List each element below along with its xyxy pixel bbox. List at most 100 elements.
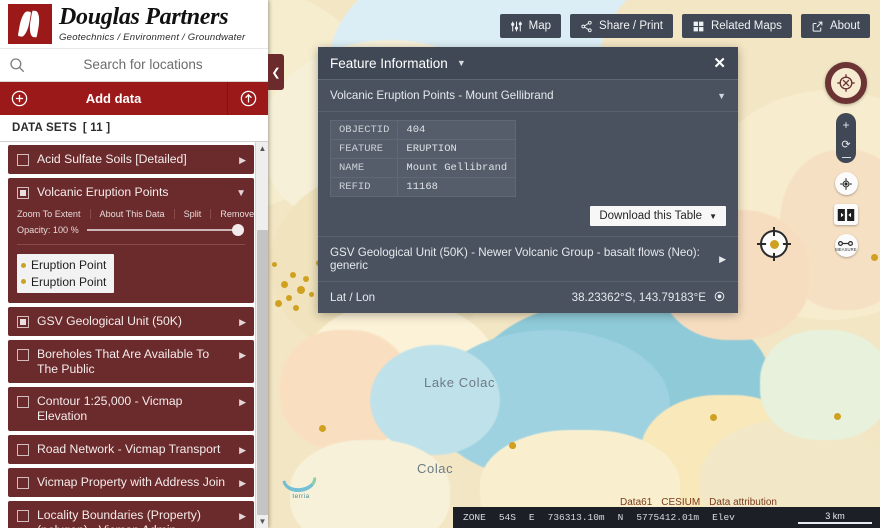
feature-information-panel: Feature Information ▼ ✕ Volcanic Eruptio… (318, 47, 738, 313)
feature-section-title: Volcanic Eruption Points - Mount Gellibr… (330, 89, 554, 102)
locate-me-button[interactable] (834, 172, 858, 195)
dataset-item-vicmap-property[interactable]: Vicmap Property with Address Join ▶ (8, 468, 254, 497)
chevron-right-icon[interactable]: ▶ (239, 511, 246, 522)
datasets-list[interactable]: Acid Sulfate Soils [Detailed] ▶ Volcanic… (0, 141, 268, 528)
dataset-checkbox[interactable] (17, 186, 29, 199)
scale-bar[interactable]: 3 km (798, 511, 872, 524)
feature-information-header: Feature Information ▼ ✕ (318, 47, 738, 80)
upload-data-button[interactable] (228, 82, 268, 115)
map-feature-point[interactable] (286, 295, 292, 301)
dataset-checkbox[interactable] (17, 153, 29, 166)
dataset-checkbox[interactable] (17, 444, 29, 457)
dataset-checkbox[interactable] (17, 315, 29, 328)
dataset-legend: Eruption Point Eruption Point (17, 254, 115, 293)
menu-button-map[interactable]: Map (499, 14, 562, 38)
scrollbar-up-arrow[interactable]: ▲ (256, 141, 268, 155)
feature-secondary-section[interactable]: GSV Geological Unit (50K) - Newer Volcan… (318, 236, 738, 281)
scrollbar-down-arrow[interactable]: ▼ (256, 514, 268, 528)
chevron-right-icon[interactable]: ▶ (239, 445, 246, 456)
menu-button-map-label: Map (528, 20, 552, 32)
reset-view-button[interactable]: ⟳ (841, 138, 850, 151)
dataset-label: Road Network - Vicmap Transport (37, 442, 221, 457)
zoom-out-button[interactable] (841, 157, 851, 158)
dataset-checkbox[interactable] (17, 477, 29, 490)
dataset-checkbox[interactable] (17, 348, 29, 361)
terria-wave-icon (282, 477, 318, 494)
compass-control[interactable] (825, 62, 867, 104)
attribute-key: REFID (329, 177, 399, 197)
add-data-button[interactable]: Add data (0, 81, 228, 116)
dataset-item-contour[interactable]: Contour 1:25,000 - Vicmap Elevation ▶ (8, 387, 254, 432)
datasets-count: [ 11 ] (82, 121, 111, 134)
remove-button[interactable]: Remove (211, 209, 258, 219)
map-feature-point[interactable] (297, 286, 305, 294)
map-feature-point[interactable] (309, 292, 314, 297)
menu-button-related-maps[interactable]: Related Maps (681, 14, 792, 38)
opacity-control[interactable]: Opacity: 100 % (17, 224, 245, 237)
dataset-checkbox[interactable] (17, 396, 29, 409)
menu-button-about-label: About (829, 20, 860, 32)
scrollbar-thumb[interactable] (257, 229, 268, 520)
map-feature-point[interactable] (275, 300, 282, 307)
opacity-slider[interactable] (86, 224, 244, 237)
dataset-item-acid-sulfate-soils[interactable]: Acid Sulfate Soils [Detailed] ▶ (8, 144, 254, 174)
dataset-item-volcanic-eruption-points[interactable]: Volcanic Eruption Points ▼ Zoom To Exten… (8, 177, 268, 303)
selected-feature-marker[interactable] (757, 227, 791, 261)
attribute-value: 11168 (397, 177, 517, 197)
chevron-right-icon[interactable]: ▶ (239, 155, 246, 166)
menu-button-about[interactable]: About (800, 14, 870, 38)
close-icon[interactable]: ✕ (713, 56, 726, 71)
map-feature-point[interactable] (509, 442, 516, 449)
map-feature-point[interactable] (319, 425, 326, 432)
opacity-slider-knob[interactable] (232, 224, 244, 237)
chevron-right-icon[interactable]: ▶ (239, 478, 246, 489)
map-feature-point[interactable] (710, 414, 717, 421)
terria-logo[interactable]: terria (282, 477, 319, 500)
split-screen-button[interactable] (834, 204, 858, 225)
sidebar-collapse-button[interactable]: ❮ (268, 54, 284, 90)
chevron-right-icon[interactable]: ▶ (239, 397, 246, 408)
map-feature-point[interactable] (871, 254, 878, 261)
map-feature-point[interactable] (290, 272, 296, 278)
search-bar[interactable] (0, 48, 268, 82)
dataset-item-road-network[interactable]: Road Network - Vicmap Transport ▶ (8, 435, 254, 465)
divider (17, 244, 245, 246)
chevron-down-icon[interactable]: ▼ (717, 91, 726, 101)
map-feature-point[interactable] (272, 262, 277, 267)
map-controls: + ⟳ MEASURE (825, 62, 867, 257)
feature-table-body: OBJECTID 404 FEATURE ERUPTION NAME Mount… (318, 112, 738, 236)
brand-header: Douglas Partners Geotechnics / Environme… (0, 0, 268, 49)
chevron-down-icon[interactable]: ▼ (236, 188, 246, 199)
feature-section-header[interactable]: Volcanic Eruption Points - Mount Gellibr… (318, 80, 738, 112)
chevron-left-icon: ❮ (271, 66, 281, 79)
dataset-checkbox[interactable] (17, 509, 29, 522)
map-feature-point[interactable] (281, 281, 288, 288)
search-input[interactable] (26, 57, 260, 73)
map-feature-point[interactable] (303, 276, 309, 282)
map-feature-point[interactable] (834, 413, 841, 420)
map-feature-point[interactable] (293, 305, 299, 311)
attribute-value: 404 (397, 120, 517, 140)
map-pin-icon[interactable] (713, 291, 726, 304)
chevron-right-icon[interactable]: ▶ (239, 350, 246, 361)
chevron-down-icon[interactable]: ▼ (457, 58, 466, 68)
measure-tool-button[interactable]: MEASURE (834, 234, 858, 257)
split-button[interactable]: Split (175, 208, 212, 219)
about-this-data-button[interactable]: About This Data (91, 208, 175, 219)
dataset-item-boreholes[interactable]: Boreholes That Are Available To The Publ… (8, 339, 254, 384)
share-icon (581, 20, 592, 32)
datasets-scrollbar[interactable]: ▲ ▼ (255, 141, 268, 528)
download-table-button[interactable]: Download this Table ▼ (590, 206, 726, 226)
chevron-right-icon[interactable]: ▶ (719, 254, 726, 265)
menu-button-share-print[interactable]: Share / Print (570, 14, 673, 38)
table-row: OBJECTID 404 (329, 120, 517, 140)
dataset-tools: Zoom To Extent About This Data Split Rem… (17, 208, 268, 225)
zoom-controls: + ⟳ (836, 113, 856, 163)
zoom-in-button[interactable]: + (842, 118, 849, 132)
zoom-to-extent-button[interactable]: Zoom To Extent (17, 208, 91, 219)
terria-logo-text: terria (292, 493, 310, 500)
dataset-item-gsv-geological-unit[interactable]: GSV Geological Unit (50K) ▶ (8, 306, 254, 336)
chevron-right-icon[interactable]: ▶ (239, 317, 246, 328)
menu-button-share-print-label: Share / Print (599, 20, 663, 32)
dataset-item-locality-boundaries[interactable]: Locality Boundaries (Property) (polygon)… (8, 500, 254, 528)
